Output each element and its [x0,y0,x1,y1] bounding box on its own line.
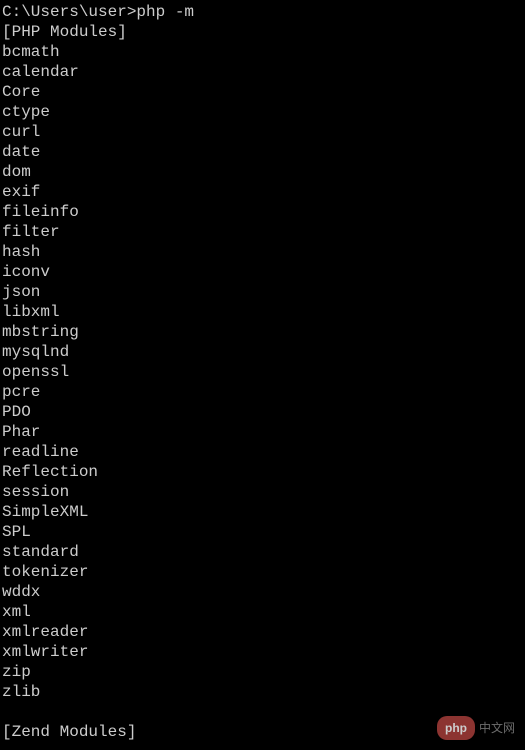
module-line: iconv [2,262,523,282]
module-line: wddx [2,582,523,602]
module-line: date [2,142,523,162]
module-line: curl [2,122,523,142]
module-line: SPL [2,522,523,542]
module-line: session [2,482,523,502]
module-line: calendar [2,62,523,82]
prompt-path: C:\Users\user> [2,3,136,21]
module-line: xmlwriter [2,642,523,662]
module-line: mysqlnd [2,342,523,362]
module-line: fileinfo [2,202,523,222]
module-line: Reflection [2,462,523,482]
watermark-badge: php [437,716,475,740]
module-line: libxml [2,302,523,322]
module-line: zlib [2,682,523,702]
module-line: Phar [2,422,523,442]
module-line: xmlreader [2,622,523,642]
module-line: openssl [2,362,523,382]
module-line: filter [2,222,523,242]
module-line: standard [2,542,523,562]
module-line: ctype [2,102,523,122]
module-line: mbstring [2,322,523,342]
module-line: pcre [2,382,523,402]
command-input: php -m [136,3,194,21]
module-line: xml [2,602,523,622]
module-line: SimpleXML [2,502,523,522]
module-line: exif [2,182,523,202]
php-modules-header: [PHP Modules] [2,22,523,42]
watermark: php 中文网 [437,716,515,740]
module-line: readline [2,442,523,462]
module-line: Core [2,82,523,102]
module-line: bcmath [2,42,523,62]
terminal[interactable]: C:\Users\user>php -m [PHP Modules] bcmat… [0,0,525,744]
watermark-text: 中文网 [479,718,515,738]
module-line: PDO [2,402,523,422]
module-line: hash [2,242,523,262]
module-line: dom [2,162,523,182]
module-line: tokenizer [2,562,523,582]
prompt-line: C:\Users\user>php -m [2,2,523,22]
module-line: zip [2,662,523,682]
module-line: json [2,282,523,302]
